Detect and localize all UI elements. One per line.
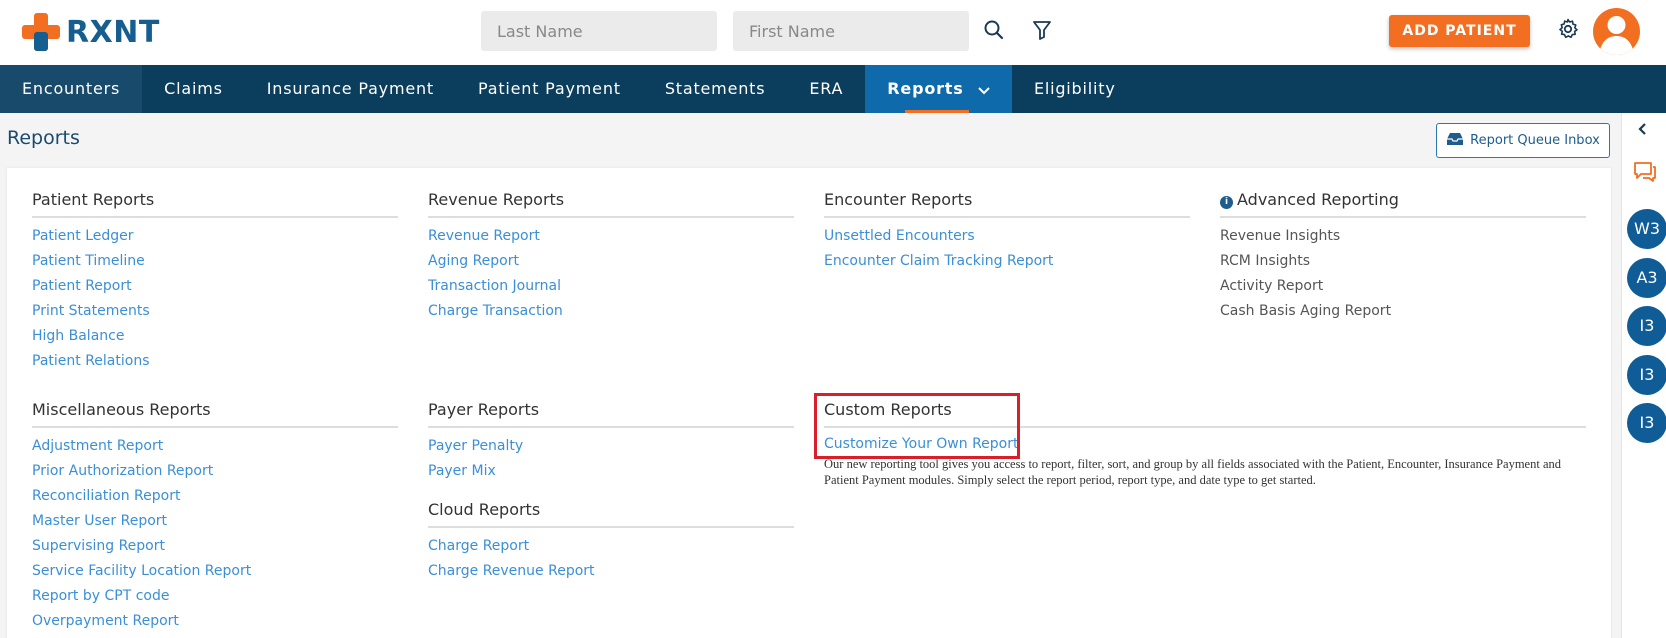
link-overpayment-report[interactable]: Overpayment Report: [32, 609, 398, 634]
rail-badge-i3[interactable]: I3: [1627, 355, 1666, 395]
user-silhouette-icon: [1599, 16, 1634, 55]
section-title-row: i Advanced Reporting: [1220, 190, 1586, 218]
link-prior-authorization-report[interactable]: Prior Authorization Report: [32, 459, 398, 484]
link-encounter-claim-tracking[interactable]: Encounter Claim Tracking Report: [824, 249, 1190, 274]
page-title: Reports: [7, 127, 80, 149]
link-aging-report[interactable]: Aging Report: [428, 249, 794, 274]
nav-reports-label: Reports: [887, 79, 964, 98]
encounter-reports-section: Encounter Reports Unsettled Encounters E…: [824, 190, 1190, 274]
misc-reports-section: Miscellaneous Reports Adjustment Report …: [32, 400, 398, 634]
link-revenue-report[interactable]: Revenue Report: [428, 224, 794, 249]
chevron-left-icon[interactable]: [1636, 121, 1650, 140]
inbox-icon: [1446, 132, 1464, 150]
nav-patient-payment[interactable]: Patient Payment: [456, 65, 643, 113]
user-avatar[interactable]: [1593, 8, 1640, 55]
section-title: Advanced Reporting: [1237, 190, 1399, 209]
link-master-user-report[interactable]: Master User Report: [32, 509, 398, 534]
item-revenue-insights: Revenue Insights: [1220, 228, 1341, 244]
section-title: Miscellaneous Reports: [32, 400, 398, 428]
link-patient-ledger[interactable]: Patient Ledger: [32, 224, 398, 249]
link-reconciliation-report[interactable]: Reconciliation Report: [32, 484, 398, 509]
nav-era[interactable]: ERA: [787, 65, 865, 113]
link-patient-timeline[interactable]: Patient Timeline: [32, 249, 398, 274]
link-payer-penalty[interactable]: Payer Penalty: [428, 434, 794, 459]
custom-reports-description: Our new reporting tool gives you access …: [824, 457, 1561, 487]
add-patient-button[interactable]: ADD PATIENT: [1389, 15, 1530, 47]
link-payer-mix[interactable]: Payer Mix: [428, 459, 794, 484]
gear-icon[interactable]: [1556, 17, 1580, 41]
item-cash-basis-aging-report: Cash Basis Aging Report: [1220, 303, 1392, 319]
link-adjustment-report[interactable]: Adjustment Report: [32, 434, 398, 459]
nav-insurance-payment[interactable]: Insurance Payment: [245, 65, 456, 113]
link-service-facility-location-report[interactable]: Service Facility Location Report: [32, 559, 398, 584]
link-unsettled-encounters[interactable]: Unsettled Encounters: [824, 224, 1190, 249]
link-high-balance[interactable]: High Balance: [32, 324, 398, 349]
link-transaction-journal[interactable]: Transaction Journal: [428, 274, 794, 299]
last-name-input[interactable]: [481, 11, 717, 51]
rxnt-logo[interactable]: RXNT: [22, 12, 160, 52]
filter-icon[interactable]: [1030, 18, 1054, 42]
reports-card: Patient Reports Patient Ledger Patient T…: [7, 168, 1611, 638]
link-patient-report[interactable]: Patient Report: [32, 274, 398, 299]
nav-statements[interactable]: Statements: [643, 65, 788, 113]
patient-reports-section: Patient Reports Patient Ledger Patient T…: [32, 190, 398, 374]
section-title: Patient Reports: [32, 190, 398, 218]
right-rail: W3 A3 I3 I3 I3: [1621, 113, 1666, 638]
logo-cross-icon: [22, 13, 60, 51]
section-title: Cloud Reports: [428, 500, 794, 528]
link-print-statements[interactable]: Print Statements: [32, 299, 398, 324]
nav-reports[interactable]: Reports: [865, 65, 1012, 113]
rail-badge-a3[interactable]: A3: [1627, 258, 1666, 298]
link-charge-transaction[interactable]: Charge Transaction: [428, 299, 794, 324]
chat-icon[interactable]: [1632, 159, 1658, 189]
highlight-box: [814, 393, 1020, 459]
nav-encounters[interactable]: Encounters: [0, 65, 143, 113]
search-icon[interactable]: [982, 18, 1006, 42]
section-title: Encounter Reports: [824, 190, 1190, 218]
link-charge-revenue-report[interactable]: Charge Revenue Report: [428, 559, 794, 584]
nav-claims[interactable]: Claims: [142, 65, 245, 113]
link-report-by-cpt-code[interactable]: Report by CPT code: [32, 584, 398, 609]
item-rcm-insights: RCM Insights: [1220, 253, 1311, 269]
rail-badge-w3[interactable]: W3: [1627, 209, 1666, 249]
advanced-reporting-section: i Advanced Reporting Revenue Insights RCM…: [1220, 190, 1586, 324]
rail-badge-i3[interactable]: I3: [1627, 403, 1666, 443]
section-title: Revenue Reports: [428, 190, 794, 218]
chevron-down-icon: [978, 66, 990, 114]
cloud-reports-section: Cloud Reports Charge Report Charge Reven…: [428, 500, 794, 584]
first-name-input[interactable]: [733, 11, 969, 51]
top-header: RXNT ADD PATIENT: [0, 0, 1666, 65]
nav-eligibility[interactable]: Eligibility: [1012, 65, 1138, 113]
report-queue-inbox-button[interactable]: Report Queue Inbox: [1436, 123, 1610, 158]
item-activity-report: Activity Report: [1220, 278, 1324, 294]
section-title: Payer Reports: [428, 400, 794, 428]
link-patient-relations[interactable]: Patient Relations: [32, 349, 398, 374]
revenue-reports-section: Revenue Reports Revenue Report Aging Rep…: [428, 190, 794, 324]
info-icon[interactable]: i: [1220, 196, 1233, 209]
payer-reports-section: Payer Reports Payer Penalty Payer Mix: [428, 400, 794, 484]
link-charge-report[interactable]: Charge Report: [428, 534, 794, 559]
report-queue-inbox-label: Report Queue Inbox: [1470, 133, 1600, 148]
rail-badge-i3[interactable]: I3: [1627, 306, 1666, 346]
link-supervising-report[interactable]: Supervising Report: [32, 534, 398, 559]
main-nav: Encounters Claims Insurance Payment Pati…: [0, 65, 1666, 113]
logo-text: RXNT: [66, 14, 160, 50]
